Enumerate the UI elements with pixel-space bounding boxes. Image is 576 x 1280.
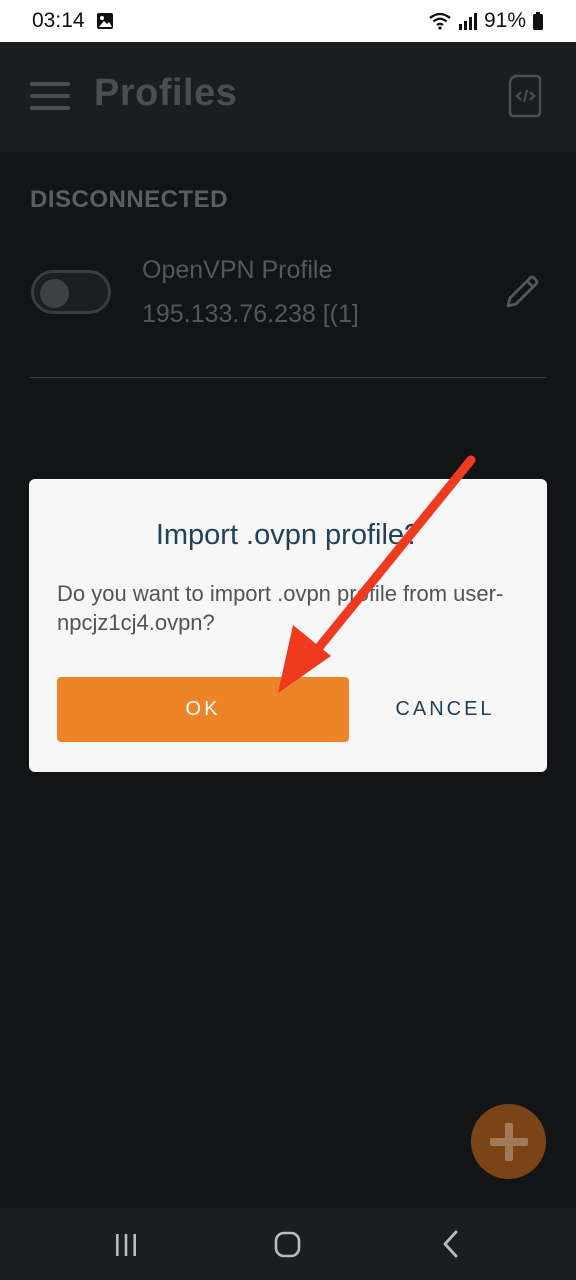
cancel-button[interactable]: CANCEL: [375, 677, 515, 742]
import-dialog: Import .ovpn profile? Do you want to imp…: [29, 479, 547, 772]
edit-pencil-icon[interactable]: [502, 270, 544, 312]
add-profile-button[interactable]: [471, 1104, 546, 1179]
dialog-message: Do you want to import .ovpn profile from…: [57, 581, 504, 635]
wifi-icon: [428, 11, 452, 31]
status-time: 03:14: [32, 9, 85, 32]
toggle-knob: [40, 279, 69, 308]
hamburger-menu-icon[interactable]: [30, 82, 70, 112]
section-header-disconnected: DISCONNECTED: [30, 186, 229, 213]
page-title: Profiles: [94, 72, 238, 114]
plus-icon: [489, 1122, 528, 1161]
home-icon[interactable]: [272, 1228, 304, 1260]
status-left: 03:14: [32, 9, 115, 33]
status-bar: 03:14 91%: [0, 0, 576, 42]
signal-icon: [458, 11, 478, 31]
profile-row[interactable]: OpenVPN Profile 195.133.76.238 [(1]: [0, 240, 576, 350]
back-icon[interactable]: [436, 1228, 466, 1260]
screen: 03:14 91% Profiles DISCONNECTED OpenVPN …: [0, 0, 576, 1280]
connection-toggle[interactable]: [31, 270, 111, 314]
battery-icon: [532, 11, 544, 31]
profile-server: 195.133.76.238 [(1]: [142, 300, 359, 328]
import-file-icon[interactable]: [506, 72, 546, 120]
divider: [30, 377, 546, 378]
profile-name: OpenVPN Profile: [142, 256, 333, 284]
system-nav-bar: [0, 1208, 576, 1280]
status-right: 91%: [428, 9, 544, 33]
app-bar: Profiles: [0, 42, 576, 152]
dialog-title: Import .ovpn profile?: [155, 519, 421, 551]
ok-button[interactable]: OK: [57, 677, 349, 742]
recent-apps-icon[interactable]: [108, 1230, 144, 1260]
gallery-icon: [95, 11, 115, 31]
battery-percent: 91%: [483, 9, 526, 32]
